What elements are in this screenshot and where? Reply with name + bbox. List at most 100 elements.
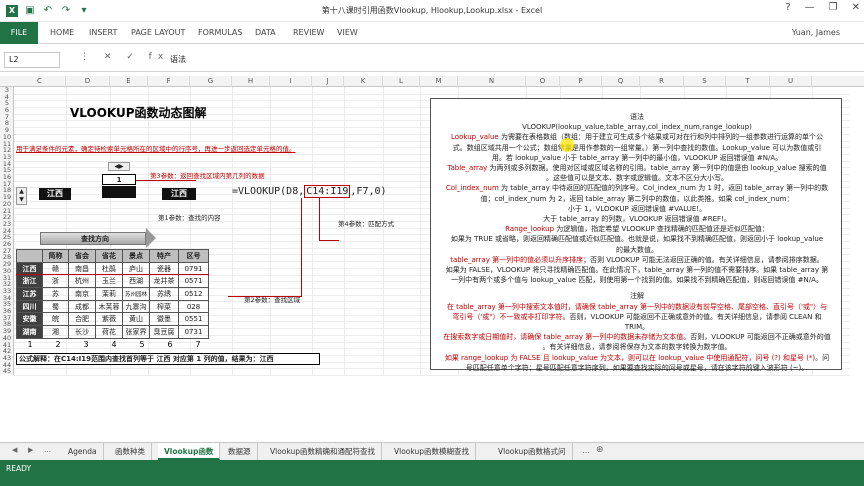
column-header[interactable]: R [640,76,684,87]
column-header[interactable]: K [344,76,383,87]
table-cell: 赣 [42,261,69,276]
panel-text-segment: 。有关详细信息，请参阅将保存为文本的数字转换为数字值。 [542,343,732,352]
table-cell: 苏州园林 [122,287,150,301]
connector-line [301,198,302,296]
table-cell: 江苏 [16,287,43,301]
panel-text-segment: 如果为 TRUE 或省略，则返回精确匹配值或近似匹配值。也就是说，如果找不到精确… [450,235,824,244]
column-number: 7 [195,340,201,349]
column-header[interactable]: T [726,76,770,87]
panel-line: 一列中有两个或多个值与 lookup_value 匹配，则使用第一个找到的值。如… [431,276,843,285]
sheet-prev-icon[interactable]: ◀ [12,446,17,454]
grid-line [312,87,313,375]
status-bar: READY [0,460,864,486]
user-account[interactable]: Yuan, James [792,22,840,44]
arrow-head-icon [146,228,156,248]
formula-input[interactable]: 语法 [170,52,186,68]
column-header[interactable]: S [684,76,726,87]
close-button[interactable]: ✕ [852,2,860,13]
panel-text-segment: 如果 range_lookup 为 FALSE 且 lookup_value 为… [444,353,816,362]
grid-line [344,87,345,375]
column-header[interactable]: E [110,76,148,87]
tab-data[interactable]: DATA [255,22,276,44]
tab-review[interactable]: REVIEW [293,22,324,44]
row-header[interactable]: 45 [0,368,14,375]
table-header: 省会 [68,249,96,263]
formula-icons[interactable]: ⋮ ✕ ✓ fx [80,52,169,62]
panel-text-segment: 大于 table_array 的列数，VLOOKUP 返回错误值 #REF!。 [543,215,731,223]
sheet-tab-vlookup[interactable]: Vlookup函数 [158,443,221,460]
main-title: VLOOKUP函数动态图解 [70,106,207,120]
help-button[interactable]: ? [785,2,790,13]
formula-prefix: =VLOOKUP(D8, [232,186,305,197]
tab-insert[interactable]: INSERT [89,22,117,44]
column-header[interactable]: L [383,76,420,87]
column-header[interactable]: M [420,76,458,87]
sheet-tab-vlookup-exact[interactable]: Vlookup函数精确和通配符查找 [264,443,383,460]
sheet-tab-vlookup-fuzzy[interactable]: Vlookup函数模糊查找 [388,443,477,460]
restore-button[interactable]: ❐ [829,2,838,13]
table-cell: 荷花 [95,325,123,339]
table-header: 省花 [95,249,123,263]
column-header[interactable]: J [312,76,344,87]
col-spin-button[interactable]: ◀▶ [108,162,130,171]
formula-suffix: ,F7,0) [350,186,387,197]
column-header[interactable]: F [148,76,190,87]
table-cell: 杜鹃 [95,261,123,276]
row-headers: 3 4 5 6 7 8 9 10 11 12 13 14 15 16 17 18 19 20 21 22 23 24 25 2… [0,87,14,375]
label-param4: 第4参数：匹配方式 [338,220,395,228]
tab-formulas[interactable]: FORMULAS [198,22,242,44]
column-header[interactable]: G [190,76,232,87]
sheet-tab-func-types[interactable]: 函数种类 [109,443,152,460]
minimize-button[interactable]: — [805,2,815,13]
name-box[interactable]: L2 [4,52,60,68]
tab-home[interactable]: HOME [50,22,74,44]
table-cell: 臭豆腐 [149,325,179,339]
tab-view[interactable]: VIEW [337,22,358,44]
panel-note-line: 号匹配任意单个字符；星号匹配任意字符序列。如果要查找实际的问号或星号，请在该字符… [431,364,843,373]
column-header[interactable]: U [770,76,812,87]
panel-text-segment: 。否则，VLOOKUP 可能返回不正确或意外的值 [683,333,831,342]
sheet-tab-vlookup-format[interactable]: Vlookup函数格式问 [492,443,573,460]
table-cell: 紫薇 [95,312,123,327]
column-header[interactable]: D [66,76,110,87]
sheet-tab-agenda[interactable]: Agenda [62,443,104,460]
column-header[interactable]: H [232,76,270,87]
connector-line [136,180,196,181]
panel-text-segment: 式。数组区域共用一个公式；数组常量是用作参数的一组常量。）第一列中查找的数值。L… [452,143,822,152]
sheet-tab-datasource[interactable]: 数据源 [222,443,258,460]
panel-line: 小于 1，VLOOKUP 返回错误值 #VALUE!。 [431,205,843,214]
panel-text-segment: 为需要在表格数组（数组：用于建立可生成多个结果或可对在行和列中排列的一组参数进行… [498,133,823,142]
table-cell: 四川 [16,299,43,314]
col-index-cell: 1 [102,174,136,185]
column-header[interactable]: Q [602,76,640,87]
panel-line: 如果为 FALSE，VLOOKUP 将只寻找精确匹配值。在此情况下，table_… [431,266,843,275]
table-cell: 湘 [42,325,69,339]
table-cell: 玉兰 [95,274,123,289]
panel-heading-notes: 注解 [630,292,644,301]
connector-line [319,240,339,241]
column-number: 2 [55,340,61,349]
window-title: 第十八课时引用函数Vlookup, Hlookup,Lookup.xlsx - … [321,6,543,15]
grid-line [383,87,384,375]
grid-line [232,87,233,375]
column-header[interactable]: N [458,76,526,87]
sheet-next-icon[interactable]: ▶ [28,446,33,454]
new-sheet-icon[interactable]: ⊕ [596,445,604,455]
more-sheets-icon[interactable]: … [582,446,590,455]
table-header: 简称 [42,249,69,263]
panel-text-segment: 为两列或多列数据。使用对区域或区域名称的引用。table_array 第一列中的… [487,164,827,172]
tab-file[interactable]: FILE [0,22,38,44]
table-cell: 榨菜 [149,299,179,314]
column-header[interactable]: O [526,76,560,87]
spin-up-down-button[interactable]: ▲ ▼ [16,187,27,205]
tab-page-layout[interactable]: PAGE LAYOUT [131,22,185,44]
column-header[interactable]: C [14,76,66,87]
column-header[interactable]: I [270,76,312,87]
connector-line [319,198,320,240]
sheet-more-icon[interactable]: … [44,446,51,454]
ribbon-tabs: FILE HOME INSERT PAGE LAYOUT FORMULAS DA… [0,22,864,44]
column-header[interactable]: P [560,76,602,87]
table-cell: 安徽 [16,312,43,327]
panel-text-segment: Col_index_num [445,184,499,193]
table-cell: 0791 [178,261,209,276]
